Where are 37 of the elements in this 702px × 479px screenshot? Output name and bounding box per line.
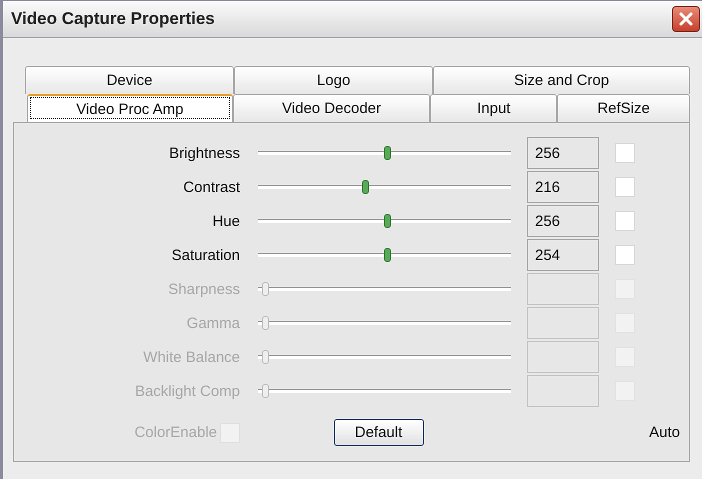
window-title: Video Capture Properties <box>11 9 215 29</box>
slider-label: Hue <box>211 212 240 232</box>
value-text: 254 <box>535 246 560 264</box>
slider-thumb[interactable] <box>384 146 391 160</box>
tab[interactable]: Input <box>430 94 558 122</box>
tab[interactable]: Video Decoder <box>232 94 430 122</box>
value-field[interactable]: 256 <box>527 137 599 169</box>
slider-label: White Balance <box>142 348 240 368</box>
auto-checkbox[interactable] <box>615 177 635 197</box>
value-field[interactable]: 254 <box>527 239 599 271</box>
auto-checkbox[interactable] <box>615 245 635 265</box>
close-button[interactable] <box>672 6 700 32</box>
close-icon <box>678 11 694 27</box>
value-field[interactable]: 256 <box>527 205 599 237</box>
slider-label: Saturation <box>170 246 240 266</box>
slider-label: Brightness <box>168 144 240 164</box>
tab[interactable]: Size and Crop <box>433 66 690 94</box>
value-field[interactable]: 216 <box>527 171 599 203</box>
slider-thumb[interactable] <box>384 248 391 262</box>
default-button[interactable]: Default <box>334 419 424 446</box>
value-text: 256 <box>535 144 560 162</box>
tab[interactable]: Logo <box>234 66 434 94</box>
color-enable-label: ColorEnable <box>134 424 217 441</box>
slider-label: Sharpness <box>167 280 240 300</box>
auto-checkbox[interactable] <box>615 211 635 231</box>
slider-label: Contrast <box>182 178 240 198</box>
auto-label: Auto <box>649 424 680 441</box>
tab[interactable]: Video Proc Amp <box>27 94 233 122</box>
value-text: 216 <box>535 178 560 196</box>
tab[interactable]: Device <box>25 66 234 94</box>
tab[interactable]: RefSize <box>557 94 690 122</box>
slider-label: Gamma <box>186 314 240 334</box>
value-text: 256 <box>535 212 560 230</box>
slider-thumb[interactable] <box>384 214 391 228</box>
auto-checkbox[interactable] <box>615 143 635 163</box>
slider-label: Backlight Comp <box>134 382 240 402</box>
slider-thumb[interactable] <box>362 180 369 194</box>
